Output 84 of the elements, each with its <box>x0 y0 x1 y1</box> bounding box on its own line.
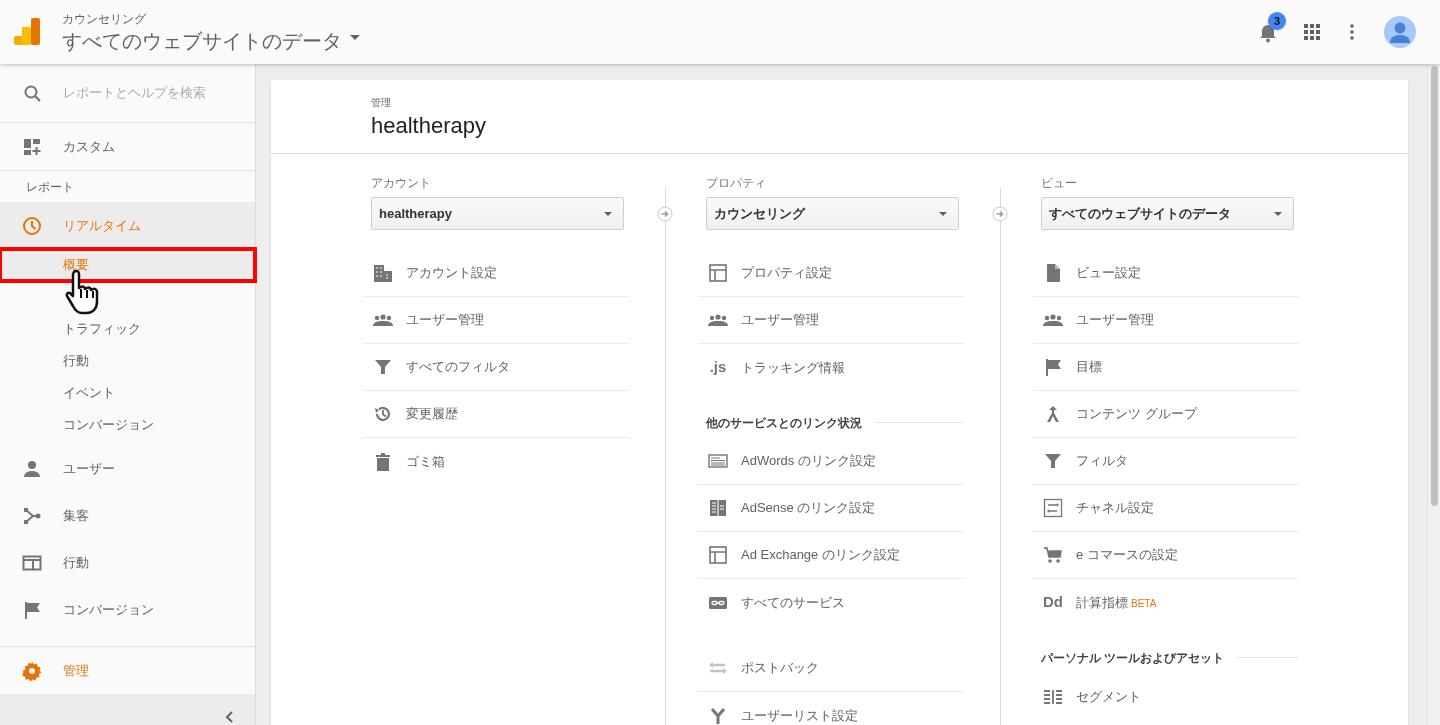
settings-link[interactable]: e コマースの設定 <box>1033 532 1299 579</box>
beta-label: BETA <box>1131 597 1157 611</box>
flag-icon <box>22 599 42 620</box>
settings-link[interactable]: セグメント <box>1033 673 1299 720</box>
sidebar-item[interactable]: カスタム <box>0 123 255 171</box>
notifications-button[interactable]: 3 <box>1256 12 1286 44</box>
sidebar-subitem[interactable]: 行動 <box>0 345 255 377</box>
dropdown[interactable]: カウンセリング <box>706 197 959 230</box>
settings-link[interactable]: 目標 <box>1033 344 1299 391</box>
page-title: healtherapy <box>371 112 487 140</box>
caret-icon <box>350 34 360 40</box>
view-selector[interactable]: すべてのウェブサイトのデータ <box>62 26 360 55</box>
settings-link[interactable]: Dd 計算指標 BETA <box>1033 579 1299 626</box>
breadcrumb: 管理 <box>371 96 392 110</box>
window-icon <box>708 545 728 565</box>
settings-link[interactable]: チャネル設定 <box>1033 485 1299 532</box>
settings-icon <box>22 660 42 681</box>
settings-link[interactable]: コンテンツ グループ <box>1033 391 1299 438</box>
caret-icon <box>939 211 947 216</box>
filter-icon <box>1043 451 1063 471</box>
more-vertical-icon <box>1350 24 1354 40</box>
settings-link[interactable]: AdWords のリンク設定 <box>698 438 964 485</box>
merge-icon <box>708 705 728 725</box>
section-title: 他のサービスとのリンク状況 <box>706 414 862 432</box>
sidebar-item[interactable]: 集客 <box>0 492 255 539</box>
person-icon <box>22 458 42 479</box>
sidebar-item[interactable]: ユーザー <box>0 445 255 492</box>
transfer-icon <box>1043 498 1063 518</box>
list-icon <box>708 498 728 518</box>
section-label: レポート <box>25 178 75 196</box>
dropdown[interactable]: すべてのウェブサイトのデータ <box>1041 197 1294 230</box>
dropdown[interactable]: healtherapy <box>371 197 624 230</box>
settings-link[interactable]: ユーザーリスト設定 <box>698 692 964 725</box>
sidebar-item[interactable]: コンバージョン <box>0 586 255 633</box>
section-title: パーソナル ツールおよびアセット <box>1041 649 1225 667</box>
settings-link[interactable]: フィルタ <box>1033 438 1299 485</box>
column-label: アカウント <box>371 176 432 190</box>
trash-icon <box>373 451 393 472</box>
text-icon: .js <box>708 356 728 379</box>
settings-link[interactable]: すべてのフィルタ <box>363 344 629 391</box>
settings-link[interactable]: ユーザー管理 <box>1033 297 1299 344</box>
account-avatar[interactable] <box>1384 16 1416 48</box>
building-icon <box>373 263 393 283</box>
analytics-logo <box>14 18 40 46</box>
notification-count: 3 <box>1268 12 1286 30</box>
scrollbar[interactable] <box>1427 64 1440 725</box>
settings-link[interactable]: ゴミ箱 <box>363 438 629 485</box>
settings-link[interactable]: すべてのサービス <box>698 579 964 626</box>
column-label: ビュー <box>1041 176 1078 190</box>
text-lines-icon <box>708 451 728 471</box>
settings-link[interactable]: .js トラッキング情報 <box>698 344 964 391</box>
arrow-circle-icon <box>992 206 1008 222</box>
search-field[interactable]: レポートとヘルプを検索 <box>63 83 239 103</box>
settings-link[interactable]: Ad Exchange のリンク設定 <box>698 532 964 579</box>
sidebar-item[interactable]: 行動 <box>0 539 255 586</box>
cart-icon <box>1043 545 1063 565</box>
column-label: プロパティ <box>706 176 767 190</box>
settings-link[interactable]: AdSense のリンク設定 <box>698 485 964 532</box>
arrow-circle-icon <box>657 206 673 222</box>
window-icon <box>708 263 728 283</box>
branch-icon <box>22 505 42 526</box>
filter-icon <box>373 357 393 377</box>
search-icon <box>22 83 42 103</box>
flag-icon <box>1043 357 1063 377</box>
clock-icon <box>22 215 42 236</box>
dashboard-icon <box>22 136 42 157</box>
account-name: カウンセリング <box>62 11 147 26</box>
sidebar-subitem[interactable]: コンバージョン <box>0 409 255 441</box>
sidebar-subitem[interactable]: イベント <box>0 377 255 409</box>
caret-icon <box>1274 211 1282 216</box>
settings-link[interactable]: ビュー設定 <box>1033 250 1299 297</box>
bell-icon <box>1258 23 1278 43</box>
caret-icon <box>604 211 612 216</box>
settings-link[interactable]: プロパティ設定 <box>698 250 964 297</box>
settings-link[interactable]: 変更履歴 <box>363 391 629 438</box>
collapse-chevron-icon[interactable] <box>225 711 233 723</box>
settings-link[interactable]: アカウント設定 <box>363 250 629 297</box>
apps-grid-icon <box>1304 24 1320 40</box>
settings-link[interactable]: ユーザー管理 <box>698 297 964 344</box>
text-icon: Dd <box>1043 591 1063 614</box>
settings-link[interactable]: ポストバック <box>698 645 964 692</box>
sidebar-subitem[interactable]: トラフィック <box>0 313 255 345</box>
history-icon <box>373 404 393 424</box>
settings-link[interactable]: ユーザー管理 <box>363 297 629 344</box>
